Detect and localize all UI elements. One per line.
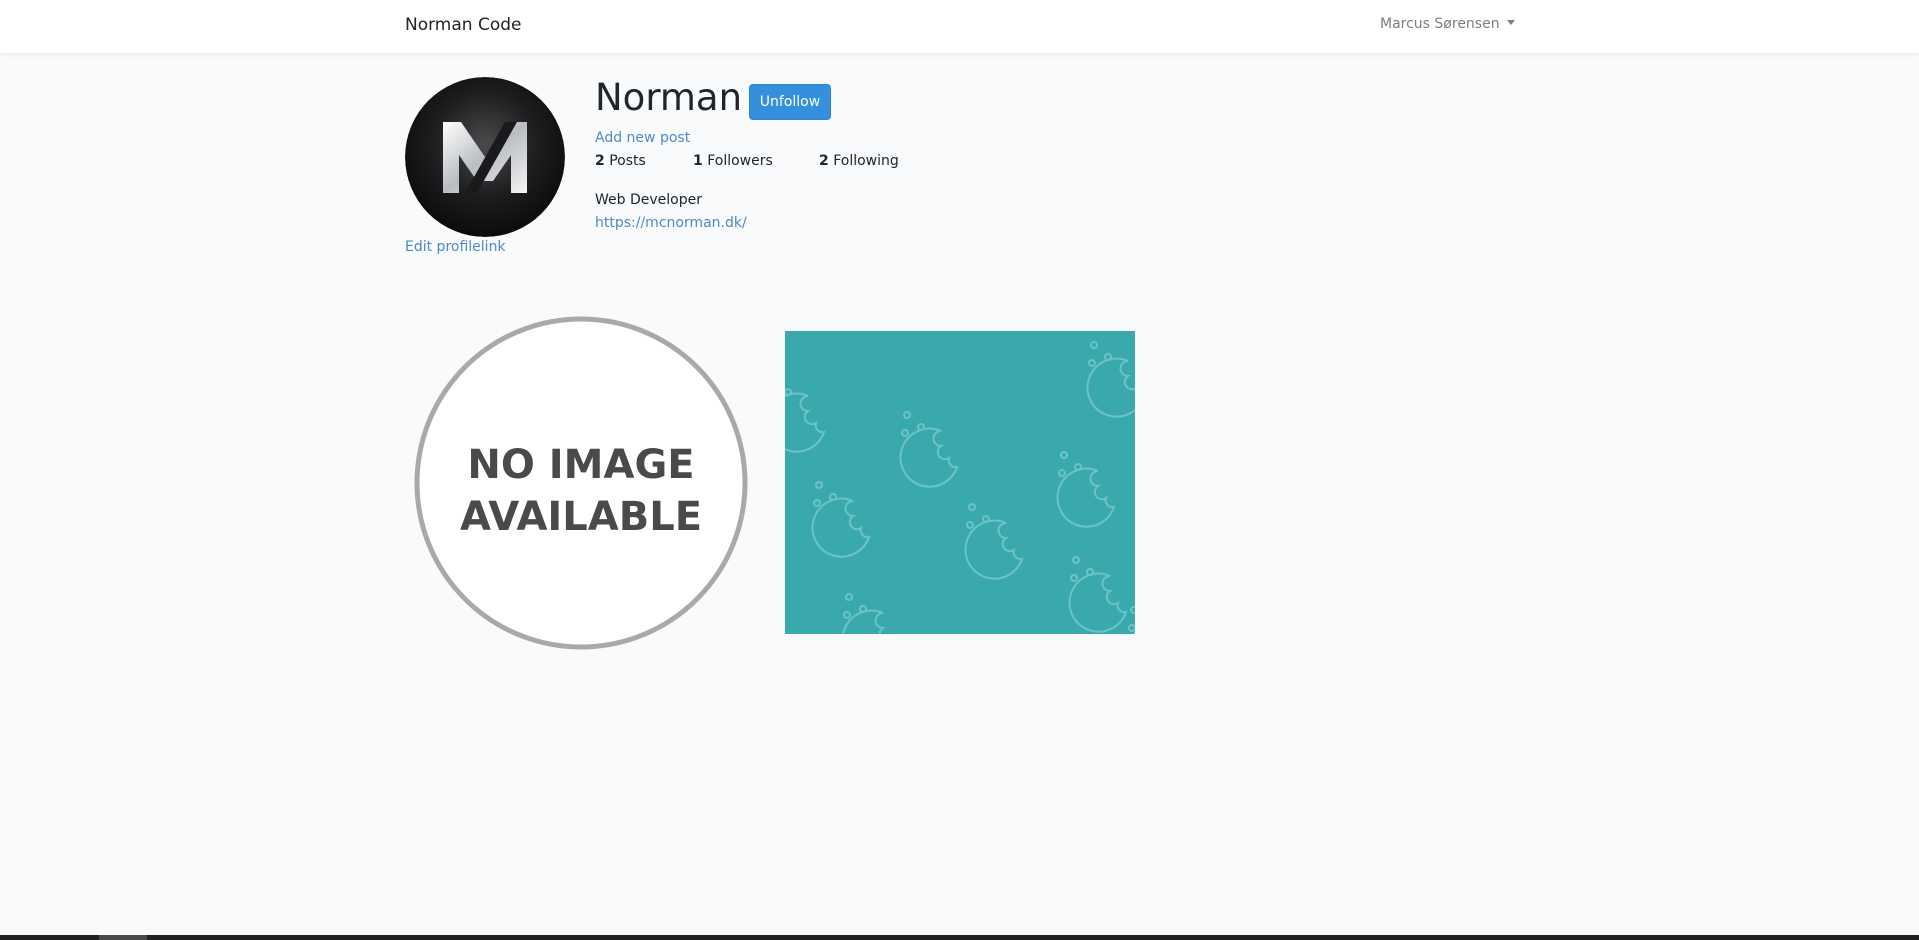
post-image-1[interactable]: NO IMAGE AVAILABLE [413, 315, 749, 651]
profile-avatar [405, 77, 565, 237]
following-label: Following [833, 153, 899, 169]
following-count: 2 [819, 153, 829, 169]
profile-website-link[interactable]: https://mcnorman.dk/ [595, 215, 747, 231]
user-name: Marcus Sørensen [1380, 16, 1500, 32]
followers-count: 1 [693, 153, 703, 169]
profile-bio: Web Developer [595, 192, 702, 208]
stat-followers: 1 Followers [693, 153, 773, 169]
stat-posts: 2 Posts [595, 153, 646, 169]
stat-following: 2 Following [819, 153, 899, 169]
profile-username: Norman [595, 76, 743, 119]
no-image-text-line1: NO IMAGE [467, 442, 694, 488]
followers-label: Followers [707, 153, 773, 169]
no-image-text-line2: AVAILABLE [460, 494, 702, 540]
bottom-bar-tab [99, 935, 147, 940]
brand-link[interactable]: Norman Code [405, 15, 522, 35]
top-navbar: Norman Code Marcus Sørensen [0, 0, 1919, 53]
user-dropdown[interactable]: Marcus Sørensen [1380, 16, 1515, 32]
caret-down-icon [1506, 20, 1515, 25]
bottom-bar [0, 935, 1919, 940]
add-new-post-link[interactable]: Add new post [595, 130, 690, 146]
unfollow-button[interactable]: Unfollow [749, 84, 831, 120]
post-image-2[interactable] [785, 331, 1135, 634]
posts-label: Posts [609, 153, 646, 169]
edit-profile-link[interactable]: Edit profilelink [405, 239, 506, 255]
posts-count: 2 [595, 153, 605, 169]
